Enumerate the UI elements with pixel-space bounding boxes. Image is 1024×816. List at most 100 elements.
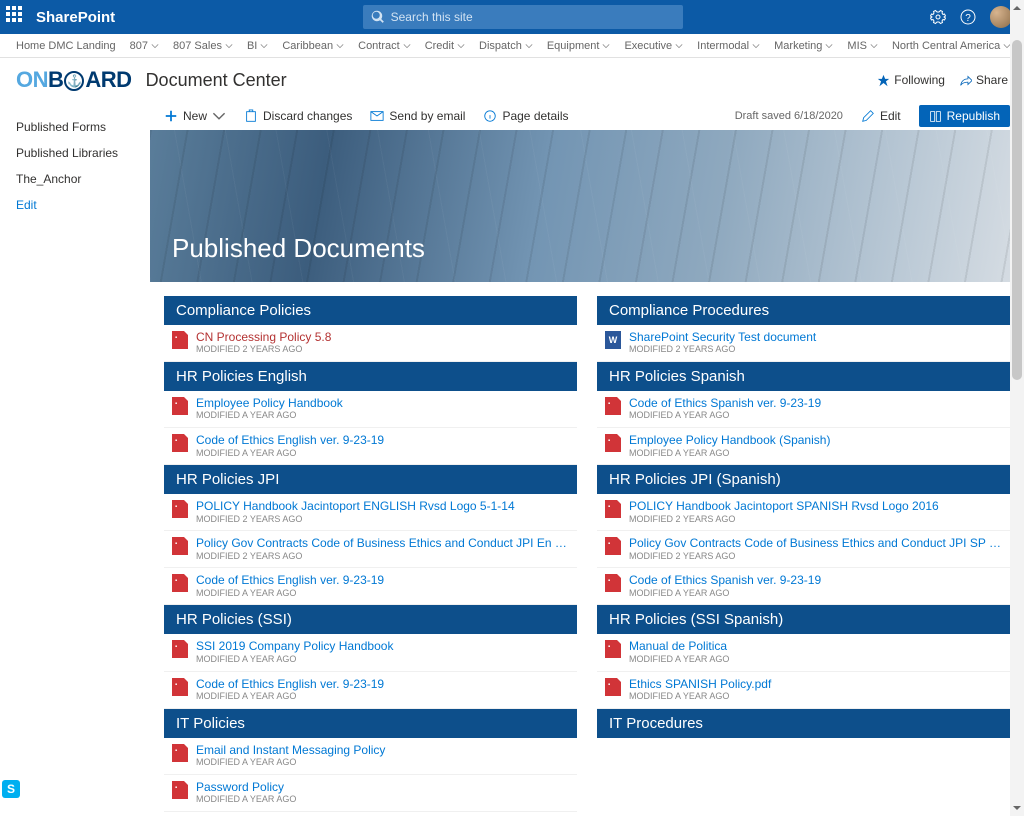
document-row[interactable]: SharePoint Security Test documentMODIFIE… bbox=[597, 325, 1010, 362]
document-title: Employee Policy Handbook (Spanish) bbox=[629, 433, 1002, 447]
help-icon[interactable]: ? bbox=[960, 9, 976, 25]
page-title: Published Documents bbox=[172, 233, 425, 264]
pdf-icon bbox=[605, 500, 621, 518]
document-meta: MODIFIED A YEAR AGO bbox=[629, 691, 1002, 703]
document-meta: MODIFIED 2 YEARS AGO bbox=[196, 514, 569, 526]
document-row[interactable]: Code of Ethics English ver. 9-23-19MODIF… bbox=[164, 672, 577, 709]
site-title[interactable]: Document Center bbox=[146, 70, 287, 91]
nav-item[interactable]: Home DMC Landing bbox=[10, 38, 122, 54]
suite-name[interactable]: SharePoint bbox=[36, 9, 115, 26]
hero-banner: Published Documents bbox=[150, 130, 1024, 282]
command-bar: New Discard changes Send by email Page d… bbox=[150, 102, 1024, 130]
nav-item[interactable]: North Central America bbox=[886, 38, 1017, 54]
document-meta: MODIFIED A YEAR AGO bbox=[196, 691, 569, 703]
document-row[interactable]: Employee Policy HandbookMODIFIED A YEAR … bbox=[164, 391, 577, 428]
document-row[interactable]: Remote Access PolicyMODIFIED A YEAR AGO bbox=[164, 812, 577, 816]
document-row[interactable]: POLICY Handbook Jacintoport ENGLISH Rvsd… bbox=[164, 494, 577, 531]
document-title: CN Processing Policy 5.8 bbox=[196, 330, 569, 344]
nav-item[interactable]: Intermodal bbox=[691, 38, 766, 54]
scrollbar[interactable] bbox=[1010, 0, 1024, 816]
document-title: Code of Ethics Spanish ver. 9-23-19 bbox=[629, 396, 1002, 410]
right-column: Compliance ProceduresSharePoint Security… bbox=[597, 296, 1010, 816]
leftnav-edit[interactable]: Edit bbox=[16, 192, 134, 218]
document-row[interactable]: SSI 2019 Company Policy HandbookMODIFIED… bbox=[164, 634, 577, 671]
document-meta: MODIFIED 2 YEARS AGO bbox=[196, 551, 569, 563]
chevron-down-icon bbox=[225, 42, 233, 50]
new-button[interactable]: New bbox=[164, 109, 226, 123]
pdf-icon bbox=[172, 537, 188, 555]
send-email-button[interactable]: Send by email bbox=[370, 109, 465, 123]
nav-item[interactable]: 807 bbox=[124, 38, 165, 54]
document-row[interactable]: Code of Ethics Spanish ver. 9-23-19MODIF… bbox=[597, 391, 1010, 428]
edit-button[interactable]: Edit bbox=[861, 109, 901, 123]
chevron-down-icon bbox=[151, 42, 159, 50]
section-header: IT Procedures bbox=[597, 709, 1010, 738]
nav-item[interactable]: BI bbox=[241, 38, 274, 54]
chevron-down-icon bbox=[260, 42, 268, 50]
search-input[interactable] bbox=[391, 10, 675, 24]
document-row[interactable]: Ethics SPANISH Policy.pdfMODIFIED A YEAR… bbox=[597, 672, 1010, 709]
chevron-down-icon bbox=[675, 42, 683, 50]
gear-icon[interactable] bbox=[930, 9, 946, 25]
document-meta: MODIFIED 2 YEARS AGO bbox=[629, 344, 1002, 356]
share-button[interactable]: Share bbox=[959, 73, 1008, 87]
nav-item[interactable]: Marketing bbox=[768, 38, 839, 54]
info-icon bbox=[483, 109, 497, 123]
site-logo[interactable]: ONB⚓ARD bbox=[16, 67, 132, 93]
document-row[interactable]: Policy Gov Contracts Code of Business Et… bbox=[164, 531, 577, 568]
search-box[interactable] bbox=[363, 5, 683, 29]
pdf-icon bbox=[172, 574, 188, 592]
page-details-button[interactable]: Page details bbox=[483, 109, 568, 123]
nav-item[interactable]: Credit bbox=[419, 38, 471, 54]
document-meta: MODIFIED 2 YEARS AGO bbox=[629, 514, 1002, 526]
document-title: Code of Ethics English ver. 9-23-19 bbox=[196, 677, 569, 691]
document-row[interactable]: Policy Gov Contracts Code of Business Et… bbox=[597, 531, 1010, 568]
document-row[interactable]: POLICY Handbook Jacintoport SPANISH Rvsd… bbox=[597, 494, 1010, 531]
svg-text:?: ? bbox=[965, 13, 971, 24]
document-row[interactable]: Code of Ethics Spanish ver. 9-23-19MODIF… bbox=[597, 568, 1010, 605]
nav-item[interactable]: Caribbean bbox=[276, 38, 350, 54]
document-meta: MODIFIED A YEAR AGO bbox=[196, 448, 569, 460]
scroll-down-icon[interactable] bbox=[1010, 800, 1024, 816]
republish-button[interactable]: Republish bbox=[919, 105, 1010, 127]
chevron-down-icon bbox=[602, 42, 610, 50]
plus-icon bbox=[164, 109, 178, 123]
section-header: IT Policies bbox=[164, 709, 577, 738]
document-row[interactable]: Password PolicyMODIFIED A YEAR AGO bbox=[164, 775, 577, 812]
leftnav-item[interactable]: Published Libraries bbox=[16, 140, 134, 166]
nav-item[interactable]: MIS bbox=[841, 38, 884, 54]
chevron-down-icon bbox=[212, 109, 226, 123]
section-header: HR Policies Spanish bbox=[597, 362, 1010, 391]
skype-icon[interactable]: S bbox=[2, 780, 20, 798]
document-meta: MODIFIED A YEAR AGO bbox=[629, 654, 1002, 666]
leftnav-item[interactable]: The_Anchor bbox=[16, 166, 134, 192]
document-title: Code of Ethics English ver. 9-23-19 bbox=[196, 433, 569, 447]
nav-item[interactable]: 807 Sales bbox=[167, 38, 239, 54]
document-row[interactable]: Code of Ethics English ver. 9-23-19MODIF… bbox=[164, 568, 577, 605]
document-row[interactable]: Code of Ethics English ver. 9-23-19MODIF… bbox=[164, 428, 577, 465]
scroll-up-icon[interactable] bbox=[1010, 0, 1024, 16]
document-title: Password Policy bbox=[196, 780, 569, 794]
pdf-icon bbox=[172, 397, 188, 415]
avatar[interactable] bbox=[990, 6, 1012, 28]
nav-item[interactable]: Dispatch bbox=[473, 38, 539, 54]
document-row[interactable]: Employee Policy Handbook (Spanish)MODIFI… bbox=[597, 428, 1010, 465]
chevron-down-icon bbox=[336, 42, 344, 50]
pdf-icon bbox=[172, 781, 188, 799]
section-header: HR Policies English bbox=[164, 362, 577, 391]
section-header: Compliance Procedures bbox=[597, 296, 1010, 325]
scroll-thumb[interactable] bbox=[1012, 40, 1022, 380]
document-row[interactable]: Manual de PoliticaMODIFIED A YEAR AGO bbox=[597, 634, 1010, 671]
app-launcher-icon[interactable] bbox=[6, 6, 28, 28]
discard-button[interactable]: Discard changes bbox=[244, 109, 352, 123]
leftnav-item[interactable]: Published Forms bbox=[16, 114, 134, 140]
following-button[interactable]: Following bbox=[877, 73, 945, 87]
document-meta: MODIFIED A YEAR AGO bbox=[629, 410, 1002, 422]
nav-item[interactable]: Equipment bbox=[541, 38, 617, 54]
document-row[interactable]: Email and Instant Messaging PolicyMODIFI… bbox=[164, 738, 577, 775]
document-title: Policy Gov Contracts Code of Business Et… bbox=[629, 536, 1002, 550]
nav-item[interactable]: Executive bbox=[618, 38, 689, 54]
chevron-down-icon bbox=[457, 42, 465, 50]
document-row[interactable]: CN Processing Policy 5.8MODIFIED 2 YEARS… bbox=[164, 325, 577, 362]
nav-item[interactable]: Contract bbox=[352, 38, 417, 54]
